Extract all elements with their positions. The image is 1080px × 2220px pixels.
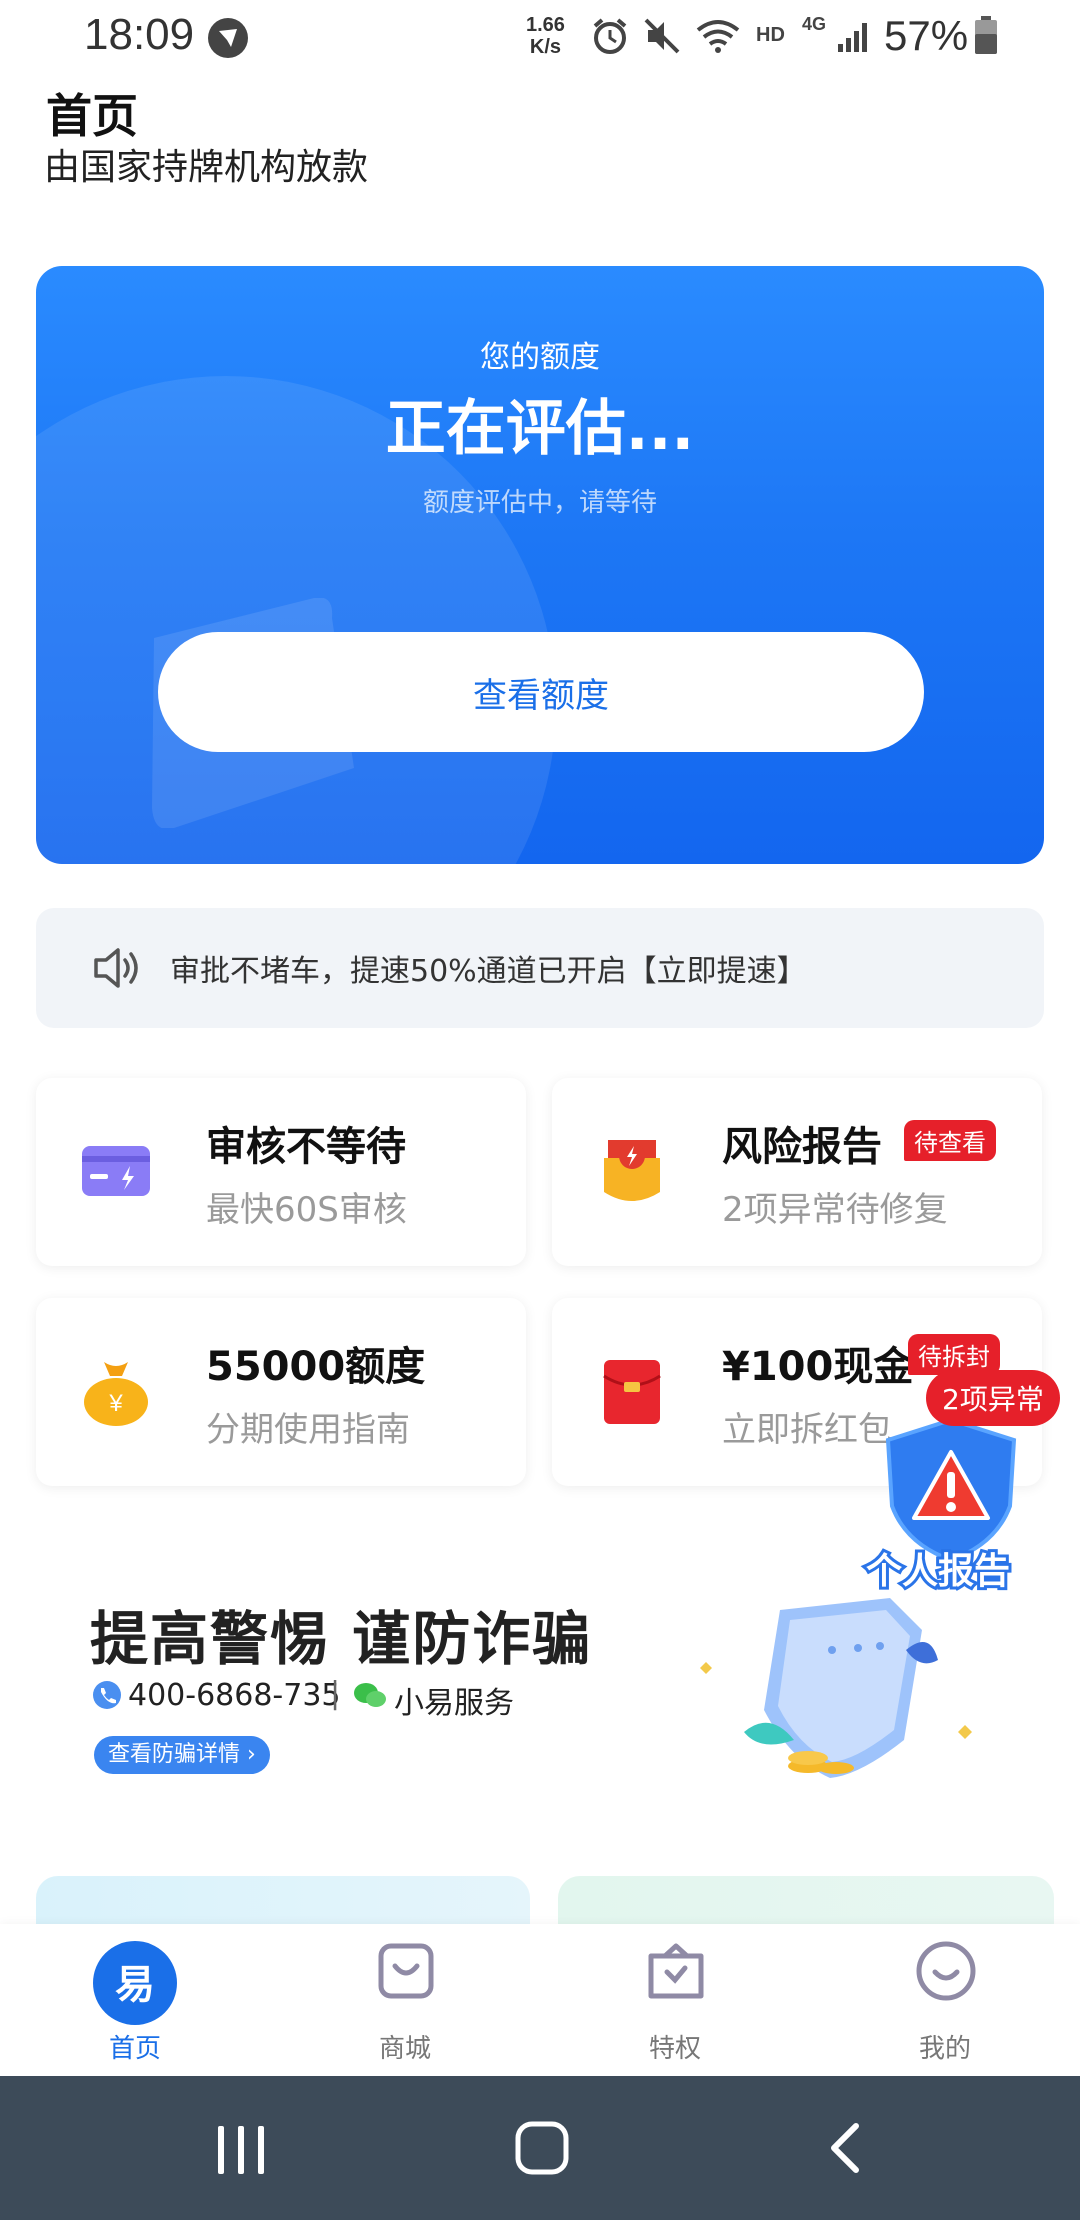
back-button-icon[interactable]	[826, 2122, 866, 2174]
credit-label: 您的额度	[480, 340, 600, 375]
feature-title: 风险报告	[722, 1124, 882, 1170]
nav-label: 商城	[378, 2034, 431, 2064]
card-icon	[82, 1146, 150, 1196]
wechat-icon	[354, 1683, 386, 1707]
svg-text:易: 易	[115, 1962, 155, 2008]
network-type: 4G	[802, 14, 827, 34]
feature-card-risk-report[interactable]: 风险报告 待查看 2项异常待修复	[552, 1078, 1042, 1266]
app-notification-icon	[208, 18, 248, 58]
battery-icon	[975, 16, 997, 54]
alarm-icon	[593, 18, 627, 54]
feature-subtitle: 最快60S审核	[206, 1190, 407, 1230]
security-shield-illustration	[700, 1598, 972, 1778]
customer-service-name[interactable]: 小易服务	[394, 1678, 514, 1722]
mute-icon	[644, 18, 680, 54]
credit-status: 正在评估...	[385, 394, 695, 464]
risk-report-icon	[604, 1140, 660, 1201]
hotline-number[interactable]: 400-6868-735	[128, 1678, 341, 1713]
signal-icon	[838, 23, 867, 52]
nav-label: 首页	[108, 2034, 161, 2064]
page-subtitle: 由国家持牌机构放款	[44, 147, 369, 188]
status-bar: 18:09 1.66 K/s HD 4G 57%	[0, 0, 1080, 72]
feature-card-review[interactable]: 审核不等待 最快60S审核	[36, 1078, 526, 1266]
nav-profile[interactable]: 我的	[810, 1924, 1080, 2076]
credit-hint: 额度评估中，请等待	[422, 488, 657, 518]
money-bag-icon: ¥	[84, 1362, 148, 1426]
status-time: 18:09	[84, 10, 195, 59]
nav-privilege[interactable]: 特权	[540, 1924, 810, 2076]
pending-view-badge: 待查看	[904, 1120, 996, 1161]
anti-fraud-details-label: 查看防骗详情	[108, 1742, 241, 1767]
feature-card-credit-amount[interactable]: ¥ 55000额度 分期使用指南	[36, 1298, 526, 1486]
bottom-navigation: 易 首页 商城 特权 我的	[0, 1924, 1080, 2076]
pending-open-badge: 待拆封	[908, 1334, 1000, 1375]
separator: |	[330, 1676, 341, 1711]
hd-indicator: HD	[756, 24, 785, 46]
personal-report-float-button[interactable]: 2项异常 个人报告	[858, 1370, 1078, 1600]
nav-mall[interactable]: 商城	[270, 1924, 540, 2076]
personal-report-label: 个人报告	[863, 1548, 1013, 1595]
svg-text:¥: ¥	[108, 1390, 123, 1417]
network-speed: 1.66 K/s	[526, 14, 565, 58]
anti-fraud-title: 提高警惕 谨防诈骗	[90, 1605, 593, 1673]
nav-label: 我的	[918, 2034, 971, 2064]
feature-subtitle: 分期使用指南	[206, 1410, 410, 1450]
speaker-icon	[94, 948, 138, 988]
system-navigation-bar	[0, 2076, 1080, 2220]
home-logo-icon: 易	[93, 1941, 177, 2025]
smile-face-icon	[916, 1941, 976, 2001]
feature-title: 55000额度	[206, 1344, 426, 1390]
shopping-bag-icon	[378, 1943, 434, 1999]
notice-text: 审批不堵车，提速50%通道已开启【立即提速】	[170, 954, 807, 989]
nav-label: 特权	[648, 2034, 701, 2064]
feature-title: 审核不等待	[206, 1124, 406, 1170]
notice-bar[interactable]: 审批不堵车，提速50%通道已开启【立即提速】	[36, 908, 1044, 1028]
anti-fraud-details-link[interactable]: 查看防骗详情 ›	[94, 1736, 270, 1774]
chevron-right-icon: ›	[240, 1742, 256, 1767]
phone-icon	[93, 1681, 121, 1709]
battery-percent: 57%	[884, 12, 969, 59]
page-title: 首页	[46, 89, 138, 143]
wifi-icon	[696, 20, 740, 53]
privilege-icon	[648, 1943, 704, 1999]
anomaly-count-badge: 2项异常	[926, 1370, 1060, 1426]
nav-home[interactable]: 易 首页	[0, 1924, 270, 2076]
recent-apps-icon[interactable]	[216, 2124, 266, 2176]
home-button-icon[interactable]	[514, 2120, 570, 2176]
credit-limit-card: 您的额度 正在评估... 额度评估中，请等待 查看额度	[36, 266, 1044, 864]
view-credit-button[interactable]: 查看额度	[158, 632, 924, 752]
feature-subtitle: 2项异常待修复	[722, 1190, 948, 1230]
red-envelope-icon	[603, 1360, 661, 1424]
